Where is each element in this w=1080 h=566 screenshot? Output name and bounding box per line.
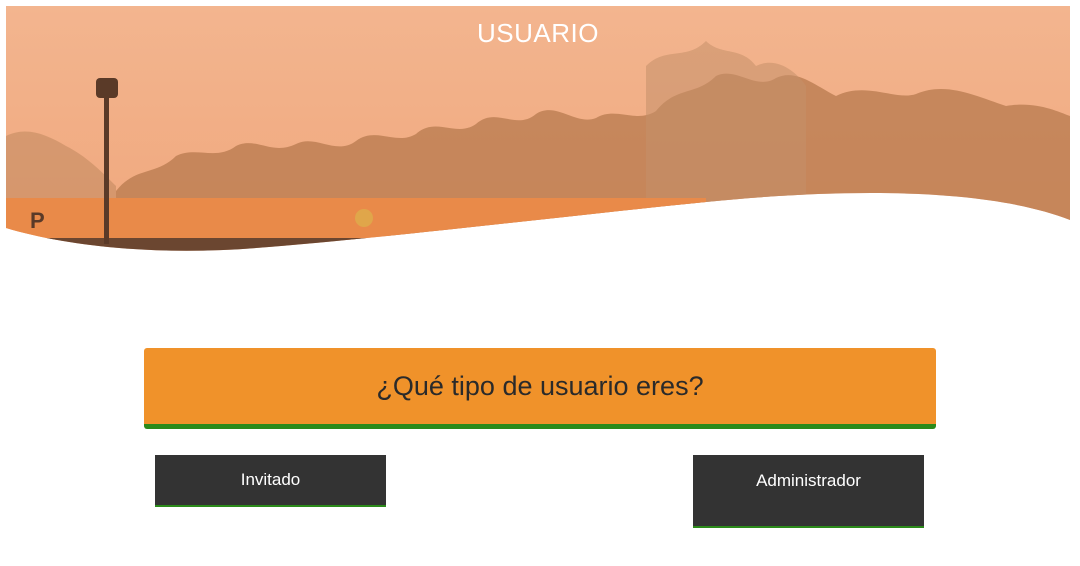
hero-banner: P USUARIO (6, 6, 1070, 256)
user-type-page: P USUARIO ¿Qué tipo de usuario eres? Inv… (0, 0, 1080, 566)
page-title: USUARIO (477, 18, 599, 48)
sign-letter: P (30, 208, 45, 233)
question-text: ¿Qué tipo de usuario eres? (376, 370, 704, 401)
admin-button[interactable]: Administrador (693, 455, 924, 528)
guest-button[interactable]: Invitado (155, 455, 386, 507)
question-banner: ¿Qué tipo de usuario eres? (144, 348, 936, 429)
